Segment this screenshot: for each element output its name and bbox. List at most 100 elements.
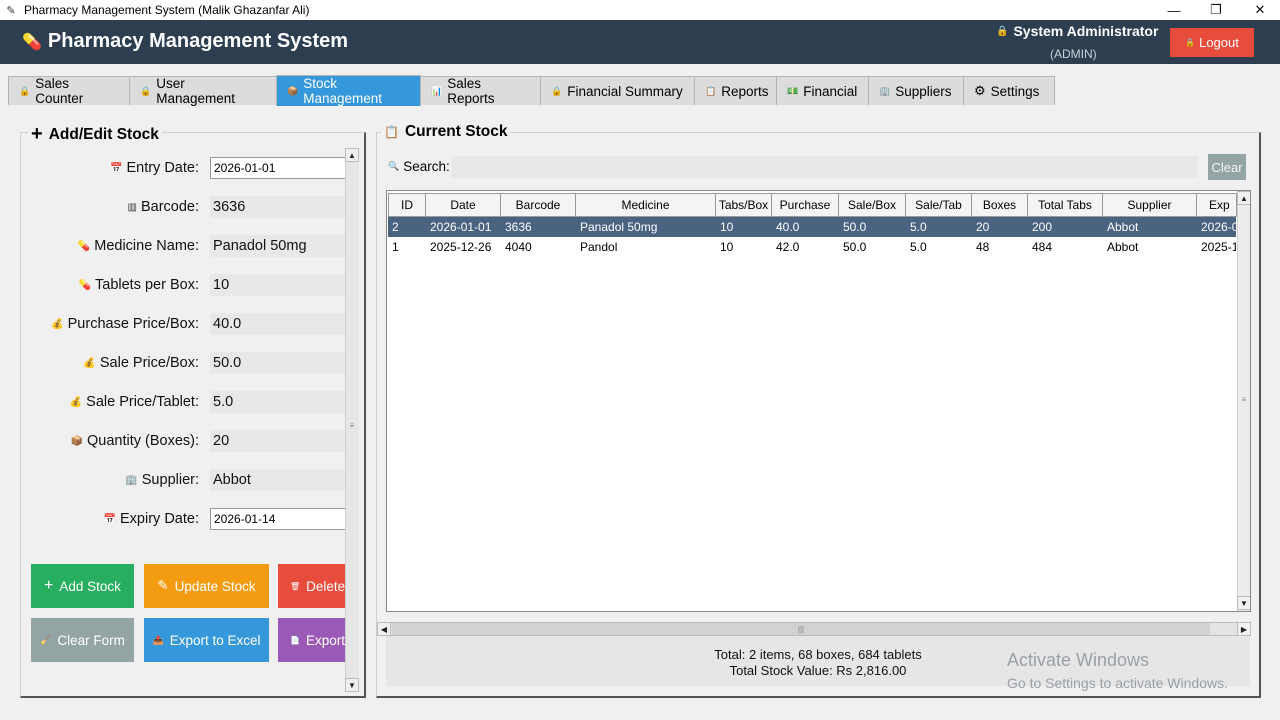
label-text: Expiry Date: <box>120 511 199 527</box>
restore-button[interactable]: ❐ <box>1196 0 1236 20</box>
label-text: Sale Price/Tablet: <box>86 394 199 410</box>
clear-form-button[interactable]: 🧹 Clear Form <box>31 618 134 662</box>
scroll-grip-icon[interactable]: ≡ <box>1237 392 1250 406</box>
scroll-down-arrow-icon[interactable]: ▼ <box>1237 596 1250 610</box>
tab-financial-summary[interactable]: 🔒 Financial Summary <box>540 76 695 105</box>
column-header[interactable]: Sale/Box <box>839 193 906 217</box>
update-stock-button[interactable]: ✎ Update Stock <box>144 564 269 608</box>
tab-user-management[interactable]: 🔒 User Management <box>129 76 277 106</box>
scroll-grip-icon[interactable]: ||| <box>794 622 808 636</box>
tab-label: Sales Reports <box>447 76 495 106</box>
column-header[interactable]: ID <box>388 193 426 217</box>
delete-stock-button[interactable]: 🗑 Delete <box>278 564 345 608</box>
tab-reports[interactable]: 📋 Reports <box>694 76 777 105</box>
pill-icon: 💊 <box>22 33 42 51</box>
scroll-left-arrow-icon[interactable]: ◀ <box>377 622 391 636</box>
calendar-icon: 📅 <box>103 513 117 525</box>
scroll-up-arrow-icon[interactable]: ▲ <box>345 148 359 162</box>
cell-expiry: 2026-0 <box>1201 220 1236 234</box>
purchase-price-label: 💰 Purchase Price/Box: <box>51 316 199 332</box>
button-label: Clear Form <box>57 632 125 648</box>
cell-tabs-box: 10 <box>720 220 734 234</box>
export-excel-button[interactable]: 📤 Export to Excel <box>144 618 269 662</box>
trash-icon: 🗑 <box>290 581 301 591</box>
purchase-price-row: 💰 Purchase Price/Box: 40.0 <box>20 312 345 336</box>
activate-windows-title: Activate Windows <box>1007 650 1150 670</box>
box-icon: 📦 <box>287 85 299 96</box>
sale-price-box-field[interactable]: 50.0 <box>210 352 345 374</box>
minimize-button[interactable]: — <box>1154 0 1194 20</box>
cell-expiry: 2025-1 <box>1201 240 1236 254</box>
logout-button[interactable]: 🔒 Logout <box>1170 28 1254 57</box>
scroll-right-arrow-icon[interactable]: ▶ <box>1237 622 1251 636</box>
cell-id: 2 <box>392 220 399 234</box>
column-header[interactable]: Total Tabs <box>1028 193 1103 217</box>
cell-barcode: 3636 <box>505 220 532 234</box>
column-header[interactable]: Barcode <box>501 193 576 217</box>
button-label: Delete <box>306 578 345 594</box>
label-text: Sale Price/Box: <box>99 355 199 371</box>
column-header[interactable]: Purchase <box>772 193 839 217</box>
button-label: Export to Excel <box>169 632 261 648</box>
label-text: Tablets per Box: <box>95 277 199 293</box>
supplier-field[interactable]: Abbot <box>210 469 345 491</box>
cell-boxes: 48 <box>976 240 990 254</box>
quantity-field[interactable]: 20 <box>210 430 345 452</box>
table-row[interactable]: 1 2025-12-26 4040 Pandol 10 42.0 50.0 5.… <box>388 237 1236 257</box>
tab-sales-counter[interactable]: 🔒 Sales Counter <box>8 76 130 106</box>
sale-price-tablet-field[interactable]: 5.0 <box>210 391 345 413</box>
cell-supplier: Abbot <box>1107 220 1139 234</box>
barcode-field[interactable]: 3636 <box>210 196 345 218</box>
column-header[interactable]: Boxes <box>972 193 1028 217</box>
cell-supplier: Abbot <box>1107 240 1139 254</box>
search-icon: 🔍 <box>388 161 400 171</box>
document-icon: 📄 <box>290 635 300 645</box>
scroll-down-arrow-icon[interactable]: ▼ <box>345 678 359 692</box>
column-header[interactable]: Date <box>426 193 501 217</box>
tab-suppliers[interactable]: 🏢 Suppliers <box>868 76 964 105</box>
clear-search-button[interactable]: Clear <box>1208 154 1246 180</box>
expiry-date-label: 📅 Expiry Date: <box>104 511 199 527</box>
form-scrollbar[interactable]: ▲ ≡ ▼ <box>345 148 359 692</box>
column-header[interactable]: Tabs/Box <box>716 193 772 217</box>
clipboard-icon: 📋 <box>384 125 399 139</box>
pencil-icon: ✎ <box>157 578 169 593</box>
app-header: 💊 Pharmacy Management System 🔒 System Ad… <box>0 20 1280 64</box>
table-horizontal-scrollbar[interactable]: ◀ ||| ▶ <box>377 622 1251 636</box>
expiry-date-field[interactable]: 2026-01-14 <box>210 508 350 530</box>
tab-settings[interactable]: ⚙ Settings <box>963 76 1055 105</box>
purchase-price-field[interactable]: 40.0 <box>210 313 345 335</box>
medicine-name-field[interactable]: Panadol 50mg <box>210 235 345 257</box>
tab-financial[interactable]: 💵 Financial <box>776 76 869 105</box>
column-header[interactable]: Supplier <box>1103 193 1197 217</box>
export-button[interactable]: 📄 Export <box>278 618 345 662</box>
money-bag-icon: 💰 <box>83 357 96 369</box>
column-header[interactable]: Medicine <box>576 193 716 217</box>
cell-total-tabs: 484 <box>1032 240 1053 254</box>
user-lock-icon: 🔒 <box>996 25 1009 37</box>
entry-date-field[interactable]: 2026-01-01 <box>210 157 350 179</box>
tablets-per-box-field[interactable]: 10 <box>210 274 345 296</box>
table-vertical-scrollbar[interactable]: ▲ ≡ ▼ <box>1237 191 1250 611</box>
sale-price-box-label: 💰 Sale Price/Box: <box>83 355 199 371</box>
scroll-up-arrow-icon[interactable]: ▲ <box>1237 191 1250 205</box>
money-bag-icon: 💰 <box>51 318 64 330</box>
tab-label: Settings <box>990 83 1040 99</box>
table-row[interactable]: 2 2026-01-01 3636 Panadol 50mg 10 40.0 5… <box>388 217 1236 237</box>
user-name: System Administrator <box>1013 23 1159 39</box>
tab-label: User Management <box>156 76 236 106</box>
search-input[interactable] <box>451 156 1198 178</box>
logout-label: Logout <box>1199 35 1239 50</box>
tablets-per-box-label: 💊 Tablets per Box: <box>79 277 199 293</box>
tab-sales-reports[interactable]: 📊 Sales Reports <box>420 76 541 106</box>
scroll-grip-icon[interactable]: ≡ <box>345 418 359 432</box>
brand-title: Pharmacy Management System <box>47 30 349 52</box>
label-text: Quantity (Boxes): <box>86 433 199 449</box>
brand: 💊 Pharmacy Management System <box>22 30 348 53</box>
add-stock-button[interactable]: + Add Stock <box>31 564 134 608</box>
pill-icon: 💊 <box>78 279 92 291</box>
column-header[interactable]: Sale/Tab <box>906 193 972 217</box>
close-window-button[interactable]: ✕ <box>1240 0 1280 20</box>
tab-stock-management[interactable]: 📦 Stock Management <box>276 75 421 106</box>
column-header[interactable]: Exp <box>1197 193 1237 217</box>
